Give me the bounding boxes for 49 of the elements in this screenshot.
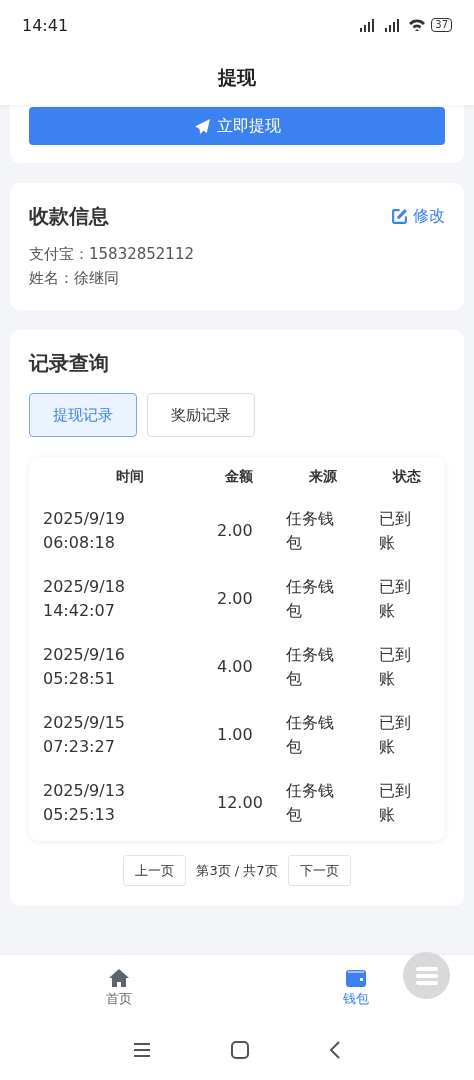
edit-link[interactable]: 修改 xyxy=(391,206,445,227)
table-cell-text: 已到账 xyxy=(378,712,412,758)
table-cell-text: 任务钱包 xyxy=(285,644,335,690)
section-title: 收款信息 xyxy=(29,203,109,230)
page-title: 提现 xyxy=(218,64,256,90)
table-cell-text: 任务钱包 xyxy=(285,780,335,826)
menu-icon[interactable] xyxy=(133,1042,151,1058)
nav-tab[interactable]: 钱包 xyxy=(237,955,474,1020)
next-page-button[interactable]: 下一页 xyxy=(287,855,351,886)
send-icon xyxy=(193,117,211,135)
column-header: 金额 xyxy=(223,468,254,486)
prev-page-button[interactable]: 上一页 xyxy=(123,855,187,886)
back-icon[interactable] xyxy=(329,1041,341,1059)
table-cell-text: 任务钱包 xyxy=(285,576,335,622)
home-icon[interactable] xyxy=(231,1041,249,1059)
table-cell-text: 2025/9/16 05:28:51 xyxy=(42,644,127,690)
column-header: 来源 xyxy=(307,468,338,486)
record-tab[interactable]: 奖励记录 xyxy=(147,393,255,437)
withdraw-button[interactable]: 立即提现 xyxy=(29,107,445,145)
status-time: 14:41 xyxy=(22,15,69,35)
table-cell-text: 已到账 xyxy=(378,780,412,826)
table-cell-text: 任务钱包 xyxy=(285,508,335,554)
nav-tab[interactable]: 首页 xyxy=(0,955,237,1020)
table-cell-text: 2025/9/18 14:42:07 xyxy=(42,576,127,622)
column-header: 状态 xyxy=(391,468,422,486)
wallet-icon xyxy=(344,967,367,988)
table-cell-text: 已到账 xyxy=(378,508,412,554)
table-cell-text: 已到账 xyxy=(378,576,412,622)
table-cell-text: 2.00 xyxy=(216,588,254,610)
table-cell-text: 1.00 xyxy=(216,724,254,746)
record-tab[interactable]: 提现记录 xyxy=(29,393,137,437)
table-cell-text: 12.00 xyxy=(216,792,264,814)
table-cell-text: 2.00 xyxy=(216,520,254,542)
table-cell-text: 4.00 xyxy=(216,656,254,678)
house-icon xyxy=(107,967,130,988)
table-cell-text: 已到账 xyxy=(378,644,412,690)
table-cell-text: 2025/9/19 06:08:18 xyxy=(42,508,127,554)
payee-detail: 支付宝：15832852112 xyxy=(29,244,195,265)
wifi-icon xyxy=(408,18,427,32)
table-cell-text: 2025/9/13 05:25:13 xyxy=(42,780,127,826)
menu-icon xyxy=(415,966,438,985)
page-info: 第3页 / 共7页 xyxy=(196,861,278,880)
column-header: 时间 xyxy=(115,468,145,486)
battery-indicator: 37 xyxy=(431,18,452,32)
table-cell-text: 2025/9/15 07:23:27 xyxy=(42,712,127,758)
section-title: 记录查询 xyxy=(29,350,110,377)
table-cell-text: 任务钱包 xyxy=(285,712,335,758)
payee-detail: 姓名：徐继同 xyxy=(29,268,120,289)
edit-icon xyxy=(391,208,408,225)
